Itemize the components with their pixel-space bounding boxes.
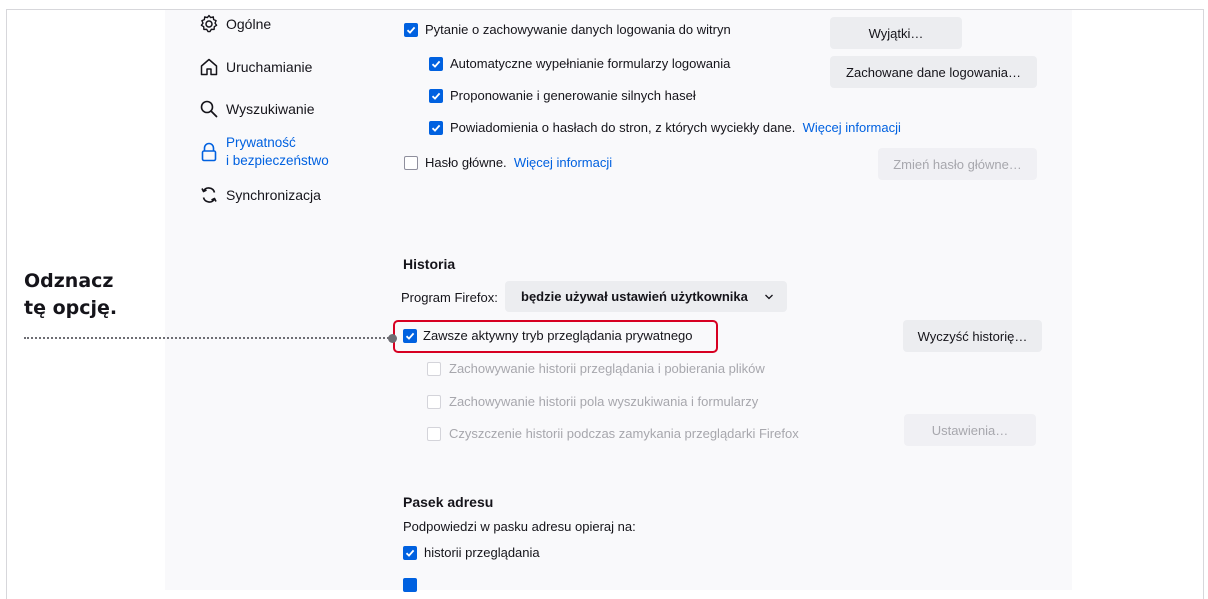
sidebar-item-sync[interactable]: Synchronizacja [198,184,321,206]
saved-logins-button[interactable]: Zachowane dane logowania… [830,56,1037,88]
clear-on-close-checkbox[interactable] [427,427,441,441]
remember-search-checkbox[interactable] [427,395,441,409]
autofill-logins-label: Automatyczne wypełnianie formularzy logo… [450,56,731,71]
home-icon [198,56,220,78]
autofill-logins-checkbox[interactable] [429,57,443,71]
primary-password-checkbox[interactable] [404,156,418,170]
checkmark-icon [406,26,416,34]
callout-leader-dot [388,334,397,343]
suggest-history-checkbox[interactable] [403,546,417,560]
clear-on-close-label: Czyszczenie historii podczas zamykania p… [449,426,799,441]
breach-alerts-text: Powiadomienia o hasłach do stron, z któr… [450,120,796,135]
suggest-passwords-checkbox[interactable] [429,89,443,103]
checkmark-icon [431,124,441,132]
search-icon [198,98,220,120]
sidebar-item-home[interactable]: Uruchamianie [198,56,312,78]
primary-password-label: Hasło główne. Więcej informacji [425,155,612,170]
callout-leader-line [24,337,392,339]
sync-icon [198,184,220,206]
checkmark-icon [405,549,415,557]
address-bar-description: Podpowiedzi w pasku adresu opieraj na: [403,519,636,534]
private-mode-checkbox[interactable] [403,329,417,343]
callout-line2: tę opcję. [24,297,118,319]
callout-text: Odznacz tę opcję. [24,268,117,322]
chevron-down-icon [764,289,774,304]
breach-alerts-label: Powiadomienia o hasłach do stron, z któr… [450,120,901,135]
remember-browsing-label: Zachowywanie historii przeglądania i pob… [449,361,765,376]
lock-icon [198,141,220,163]
change-primary-password-button[interactable]: Zmień hasło główne… [878,148,1037,180]
remember-browsing-checkbox[interactable] [427,362,441,376]
suggest-history-label: historii przeglądania [424,545,540,560]
sidebar-label-privacy: Prywatność i bezpieczeństwo [226,134,329,170]
checkmark-icon [405,332,415,340]
checkmark-icon [431,92,441,100]
checkmark-icon [431,60,441,68]
sidebar-label-home: Uruchamianie [226,59,313,75]
gear-icon [198,13,220,35]
primary-password-text: Hasło główne. [425,155,507,170]
history-mode-label: Program Firefox: [401,290,498,305]
sidebar-item-privacy[interactable]: Prywatność i bezpieczeństwo [198,134,329,170]
clear-history-button[interactable]: Wyczyść historię… [903,320,1042,352]
ask-save-logins-checkbox[interactable] [404,23,418,37]
sidebar-item-general[interactable]: Ogólne [198,13,271,35]
suggest-bookmarks-checkbox[interactable] [403,578,417,592]
callout-line1: Odznacz [24,270,114,292]
primary-password-learn-more-link[interactable]: Więcej informacji [514,155,612,170]
history-mode-select[interactable]: będzie używał ustawień użytkownika [505,281,787,312]
breach-alerts-checkbox[interactable] [429,121,443,135]
private-mode-label: Zawsze aktywny tryb przeglądania prywatn… [423,328,693,343]
ask-save-logins-label: Pytanie o zachowywanie danych logowania … [425,22,731,37]
history-mode-value: będzie używał ustawień użytkownika [521,289,748,304]
history-heading: Historia [403,256,456,272]
exceptions-button[interactable]: Wyjątki… [830,17,962,49]
sidebar-label-sync: Synchronizacja [226,187,321,203]
history-settings-button[interactable]: Ustawienia… [904,414,1036,446]
sidebar-label-search: Wyszukiwanie [226,101,315,117]
sidebar-label-general: Ogólne [226,16,272,32]
sidebar-label-privacy-line1: Prywatność [226,135,296,150]
remember-search-label: Zachowywanie historii pola wyszukiwania … [449,394,759,409]
breach-alerts-learn-more-link[interactable]: Więcej informacji [803,120,901,135]
sidebar-item-search[interactable]: Wyszukiwanie [198,98,315,120]
sidebar-label-privacy-line2: i bezpieczeństwo [226,153,329,168]
address-bar-heading: Pasek adresu [403,494,494,510]
suggest-passwords-label: Proponowanie i generowanie silnych haseł [450,88,696,103]
